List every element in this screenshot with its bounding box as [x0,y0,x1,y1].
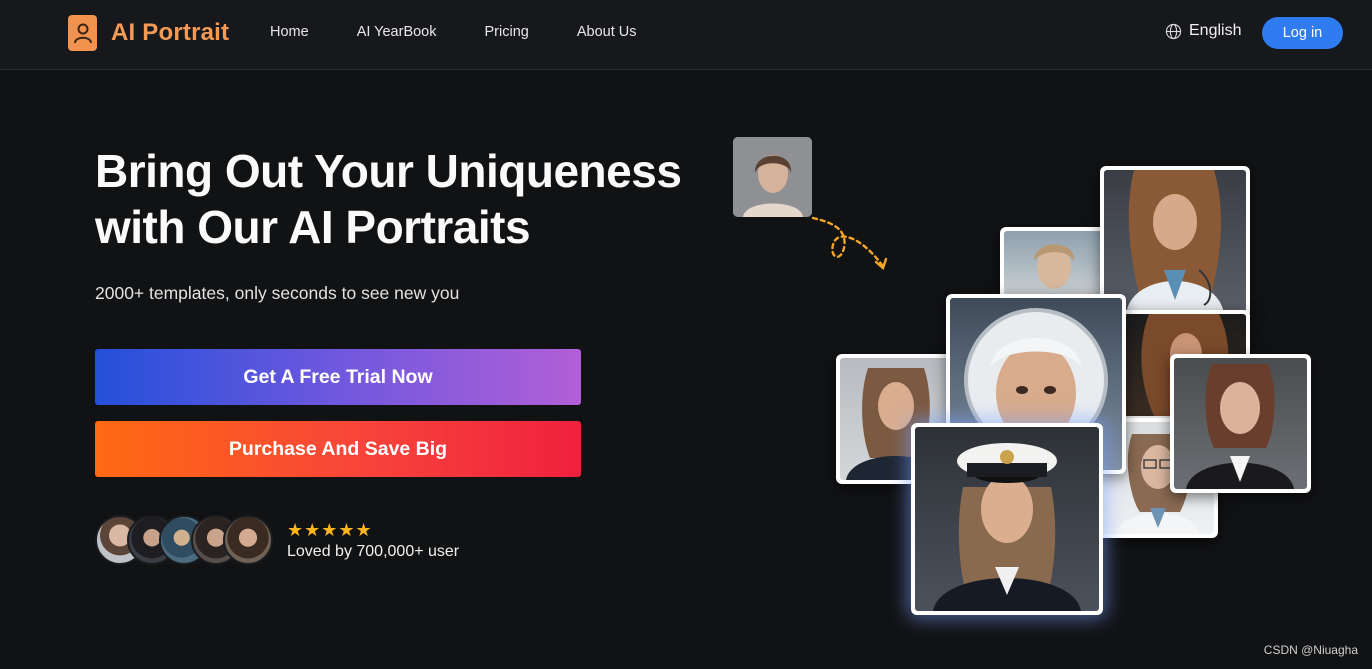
language-selector[interactable]: English [1165,22,1241,40]
portrait-card-outdoor [1000,227,1110,299]
portrait-card-business [1170,354,1311,493]
nav-about-us[interactable]: About Us [577,24,637,40]
hero-title-line1: Bring Out Your Uniqueness [95,145,682,197]
avatar [223,515,273,565]
hero-subtitle: 2000+ templates, only seconds to see new… [95,283,460,303]
globe-icon [1165,23,1182,39]
user-avatars [95,515,275,567]
portrait-logo-icon [68,15,97,51]
dashed-arrow-icon [811,216,888,271]
purchase-button[interactable]: Purchase And Save Big [95,421,581,477]
hero-title: Bring Out Your Uniqueness with Our AI Po… [95,143,735,255]
logo[interactable]: AI Portrait [68,15,229,51]
language-label: English [1189,22,1242,39]
free-trial-button[interactable]: Get A Free Trial Now [95,349,581,405]
hero-title-line2: with Our AI Portraits [95,201,531,253]
logo-text: AI Portrait [111,19,230,46]
loved-by-text: Loved by 700,000+ user [287,543,460,560]
nav-ai-yearbook[interactable]: AI YearBook [357,24,437,40]
nav-pricing[interactable]: Pricing [485,24,529,40]
nav-home[interactable]: Home [270,24,309,40]
source-selfie-image [733,137,812,217]
login-button[interactable]: Log in [1262,17,1343,49]
main-nav: Home AI YearBook Pricing About Us [270,24,637,40]
csdn-watermark: CSDN @Niuagha [1263,643,1358,657]
portrait-card-captain [911,423,1103,615]
rating-stars: ★★★★★ [287,520,373,540]
top-navbar: AI Portrait Home AI YearBook Pricing Abo… [0,0,1372,70]
